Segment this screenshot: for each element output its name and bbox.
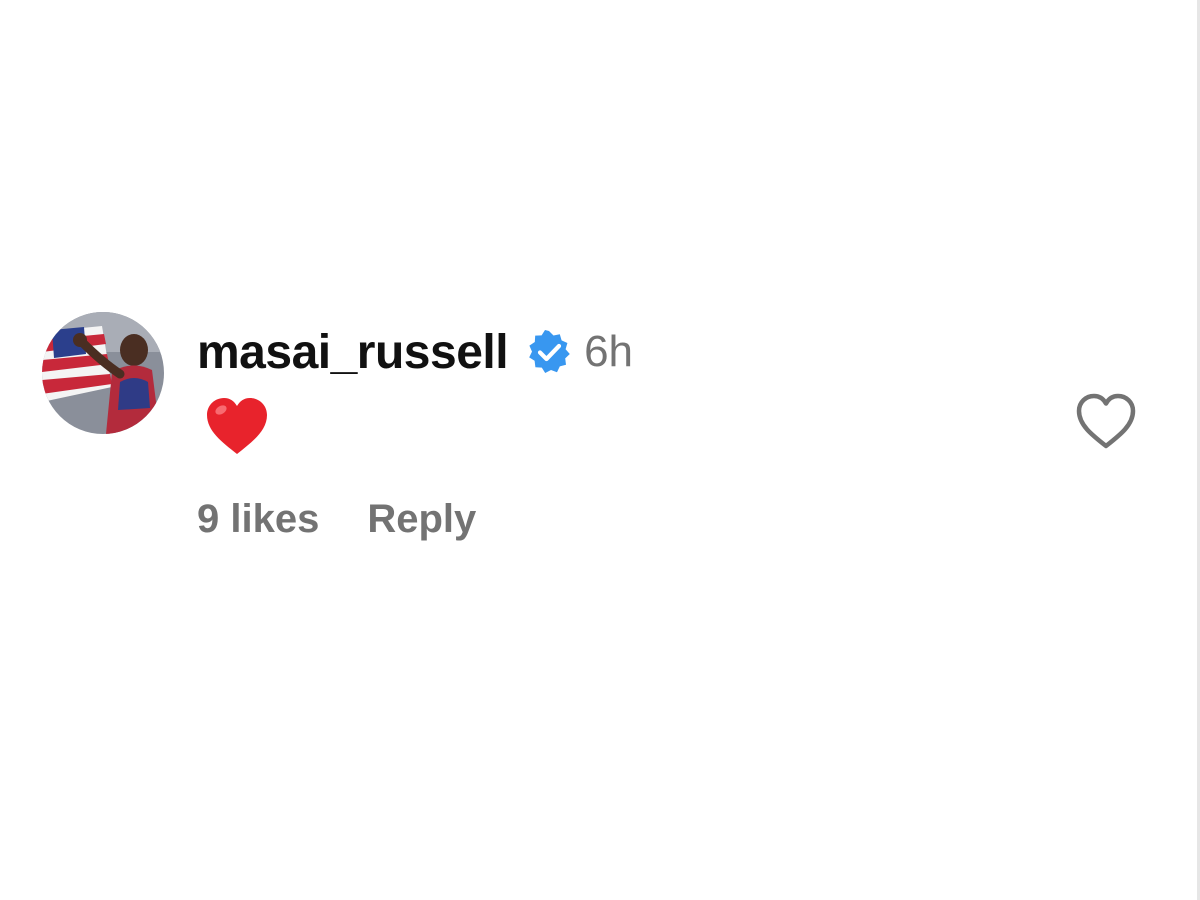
like-button[interactable]: [1074, 392, 1138, 452]
comment-actions: 9 likes Reply: [197, 497, 476, 542]
likes-count[interactable]: 9 likes: [197, 497, 319, 542]
verified-badge-icon: [526, 329, 572, 375]
comment-header: masai_russell 6h: [197, 322, 633, 382]
comment-text: [204, 396, 270, 458]
comment-item: masai_russell 6h 9 likes Reply: [42, 312, 1152, 552]
avatar-photo: [42, 312, 164, 434]
heart-outline-icon: [1076, 393, 1136, 449]
avatar[interactable]: [42, 312, 164, 434]
reply-button[interactable]: Reply: [367, 497, 476, 542]
red-heart-icon: [207, 398, 267, 454]
comment-timestamp[interactable]: 6h: [584, 327, 633, 377]
comment-page: masai_russell 6h 9 likes Reply: [0, 0, 1200, 900]
username-link[interactable]: masai_russell: [197, 325, 509, 380]
